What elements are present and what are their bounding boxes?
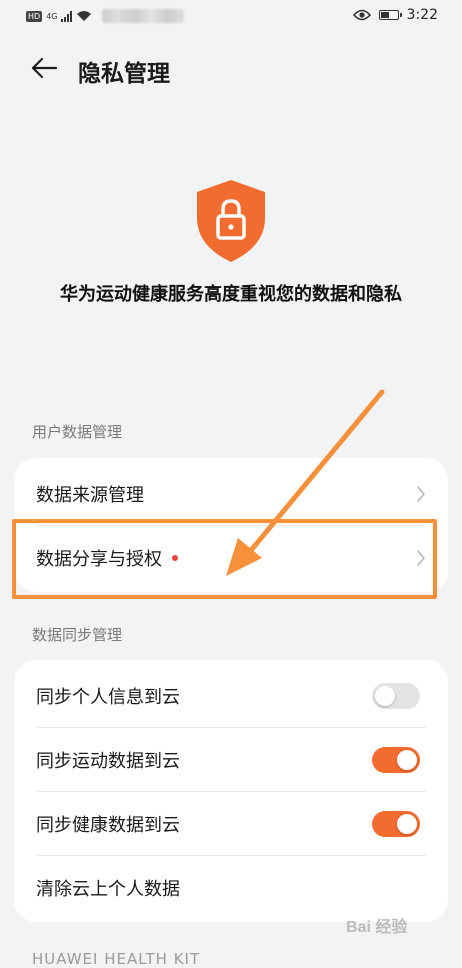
back-arrow-icon (31, 57, 58, 79)
sync-health-data-row: 同步健康数据到云 (14, 792, 448, 856)
clear-cloud-data-label: 清除云上个人数据 (36, 879, 180, 900)
wifi-icon (77, 11, 92, 21)
annotation-highlight-box (12, 519, 437, 599)
sync-personal-info-toggle[interactable] (372, 683, 420, 709)
status-left: HD 4G (26, 9, 185, 23)
blurred-carrier-info (102, 9, 185, 23)
privacy-statement: 华为运动健康服务高度重视您的数据和隐私 (60, 284, 402, 305)
status-bar: HD 4G 3:22 (0, 0, 462, 32)
sync-sports-data-label: 同步运动数据到云 (36, 751, 180, 772)
row-label: 清除云上个人数据 (36, 875, 180, 901)
sync-personal-info-label: 同步个人信息到云 (36, 687, 180, 708)
section-title-user-data: 用户数据管理 (32, 423, 123, 441)
baidu-watermark: Bai 经验 (344, 908, 438, 944)
sync-card: 同步个人信息到云 同步运动数据到云 同步健康数据到云 清除云上个人数据 (14, 660, 448, 922)
row-label: 同步运动数据到云 (36, 747, 180, 773)
status-time: 3:22 (406, 7, 438, 23)
hd-badge: HD (26, 10, 43, 22)
back-button[interactable] (26, 52, 62, 84)
sync-health-data-toggle[interactable] (372, 811, 420, 837)
page-title: 隐私管理 (78, 61, 170, 87)
data-source-management-label: 数据来源管理 (36, 485, 144, 506)
data-source-management-row[interactable]: 数据来源管理 (14, 462, 448, 526)
section-title-sync: 数据同步管理 (32, 626, 123, 644)
sync-sports-data-row: 同步运动数据到云 (14, 728, 448, 792)
row-label: 数据来源管理 (36, 481, 144, 507)
status-right: 3:22 (352, 7, 438, 23)
chevron-right-icon (417, 486, 425, 502)
battery-icon (378, 10, 402, 20)
row-label: 同步健康数据到云 (36, 811, 180, 837)
shield-lock-icon (197, 180, 265, 262)
eye-icon (352, 9, 371, 21)
sync-health-data-label: 同步健康数据到云 (36, 815, 180, 836)
row-label: 同步个人信息到云 (36, 683, 180, 709)
app-header: 隐私管理 (0, 44, 462, 92)
section-title-health-kit: HUAWEI HEALTH KIT (32, 950, 201, 968)
paw-icon: Bai 经验 (346, 917, 408, 936)
svg-text:Bai 经验: Bai 经验 (346, 917, 408, 936)
network-type: 4G (46, 11, 58, 21)
signal-icon (61, 10, 73, 22)
sync-personal-info-row: 同步个人信息到云 (14, 664, 448, 728)
sync-sports-data-toggle[interactable] (372, 747, 420, 773)
